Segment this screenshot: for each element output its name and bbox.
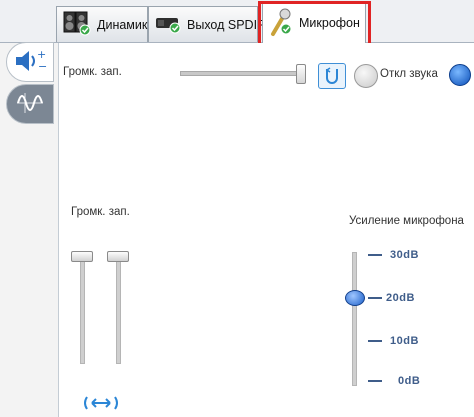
sidetab-volume[interactable]: + − [6,42,54,82]
device-tab-bar: Динамик Выход SPDIF Микрофон [0,0,474,43]
boost-level-0: 0dB [368,375,420,387]
left-channel-slider-thumb[interactable] [71,251,93,262]
mute-label: Откл звука [380,68,438,80]
boost-slider-track[interactable] [352,252,357,386]
microphone-icon [269,7,293,40]
boost-level-10: 10dB [368,335,419,347]
mute-toggle[interactable] [354,64,378,88]
tab-microphone[interactable]: Микрофон [262,2,366,43]
status-indicator[interactable] [449,64,471,86]
speaker-icon [63,10,91,39]
left-channel-slider-track[interactable] [80,255,85,364]
balance-icon [323,66,341,87]
boost-title: Усиление микрофона [349,215,464,227]
tab-microphone-label: Микрофон [299,16,360,30]
spdif-device-icon [155,12,181,37]
boost-level-20: 20dB [368,292,415,304]
channel-link-button[interactable] [82,395,120,414]
boost-slider-thumb[interactable] [345,290,365,306]
recording-volume-slider-thumb[interactable] [296,64,306,84]
volume-settings-icon: + − [13,48,47,77]
balance-button[interactable] [318,63,346,89]
svg-text:−: − [38,60,47,73]
recording-volume-label: Громк. зап. [63,66,122,78]
tab-speaker[interactable]: Динамик [56,6,148,42]
waveform-icon [15,91,45,118]
boost-level-30: 30dB [368,249,419,261]
right-channel-slider-thumb[interactable] [107,251,129,262]
link-arrows-icon [82,396,120,414]
tab-speaker-label: Динамик [97,17,148,32]
channel-volume-label: Громк. зап. [71,206,130,218]
tab-spdif-label: Выход SPDIF [187,17,265,32]
right-channel-slider-track[interactable] [116,255,121,364]
sidetab-effects[interactable] [6,84,54,124]
tab-spdif[interactable]: Выход SPDIF [148,6,265,42]
recording-volume-slider-track[interactable] [180,71,302,76]
